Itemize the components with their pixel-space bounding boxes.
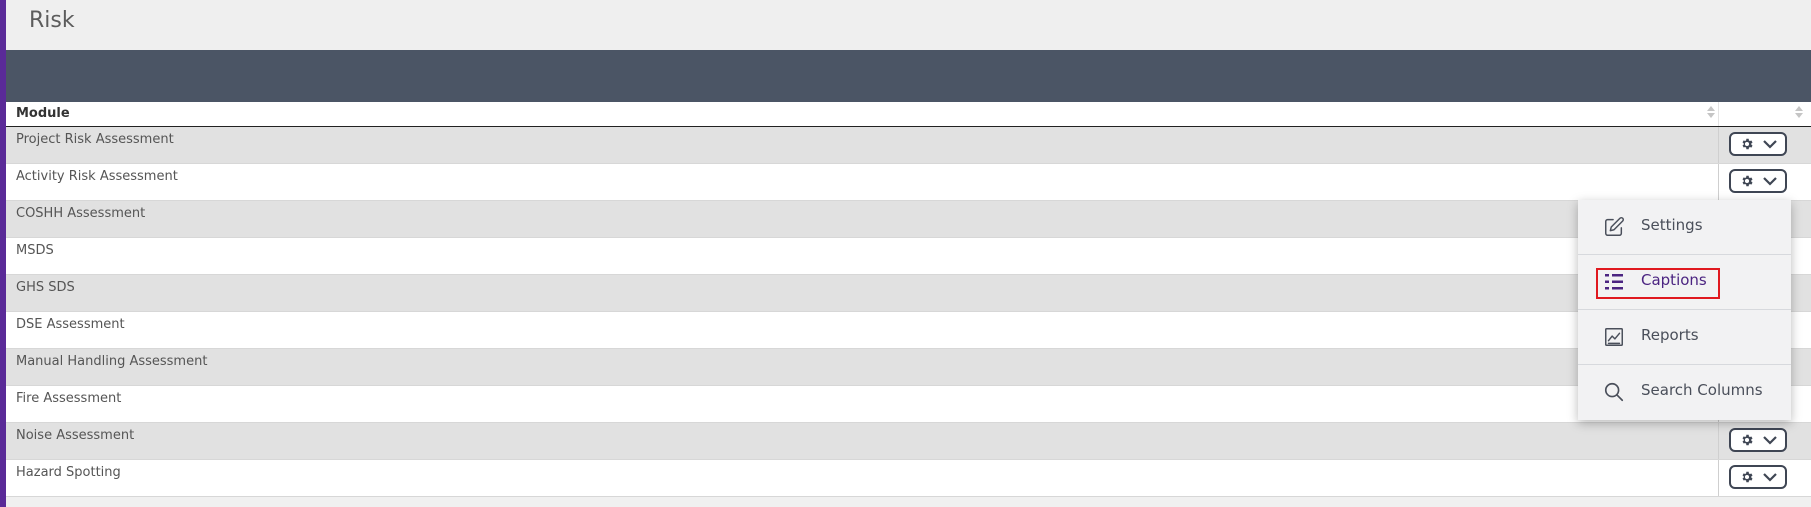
module-name[interactable]: Activity Risk Assessment bbox=[16, 169, 178, 184]
module-name[interactable]: Noise Assessment bbox=[16, 428, 134, 443]
menu-item-reports[interactable]: Reports bbox=[1578, 310, 1791, 365]
module-name[interactable]: MSDS bbox=[16, 243, 54, 258]
module-name[interactable]: Hazard Spotting bbox=[16, 465, 121, 480]
module-name[interactable]: DSE Assessment bbox=[16, 317, 125, 332]
title-bar: Risk bbox=[6, 0, 1811, 50]
menu-item-settings[interactable]: Settings bbox=[1578, 200, 1791, 255]
module-name[interactable]: Manual Handling Assessment bbox=[16, 354, 207, 369]
column-header-module[interactable]: Module bbox=[16, 106, 70, 121]
sort-icon[interactable] bbox=[1794, 105, 1804, 121]
sort-icon[interactable] bbox=[1706, 105, 1716, 121]
table-row[interactable]: Manual Handling Assessment bbox=[6, 349, 1811, 386]
table-row[interactable]: Noise Assessment bbox=[6, 423, 1811, 460]
menu-item-search-columns[interactable]: Search Columns bbox=[1578, 365, 1791, 420]
row-actions-button[interactable] bbox=[1729, 132, 1787, 156]
table-header: Module bbox=[6, 102, 1811, 127]
table-row[interactable]: MSDS bbox=[6, 238, 1811, 275]
chevron-down-icon bbox=[1763, 177, 1777, 186]
column-divider bbox=[1718, 460, 1719, 496]
header-band bbox=[6, 50, 1811, 102]
menu-item-label: Reports bbox=[1641, 326, 1699, 344]
chevron-down-icon bbox=[1763, 436, 1777, 445]
captions-icon bbox=[1605, 274, 1623, 290]
modules-table: Module Project Risk Assessment Activity … bbox=[6, 102, 1811, 497]
table-row[interactable]: Project Risk Assessment bbox=[6, 127, 1811, 164]
menu-item-label: Captions bbox=[1641, 271, 1707, 289]
menu-item-captions[interactable]: Captions bbox=[1578, 255, 1791, 310]
table-row[interactable]: COSHH Assessment bbox=[6, 201, 1811, 238]
row-actions-button[interactable] bbox=[1729, 428, 1787, 452]
column-divider bbox=[1718, 164, 1719, 200]
table-footer bbox=[6, 498, 1811, 507]
table-row[interactable]: Fire Assessment bbox=[6, 386, 1811, 423]
module-name[interactable]: COSHH Assessment bbox=[16, 206, 145, 221]
column-divider bbox=[1718, 127, 1719, 163]
table-row[interactable]: GHS SDS bbox=[6, 275, 1811, 312]
module-name[interactable]: Project Risk Assessment bbox=[16, 132, 174, 147]
reports-icon bbox=[1605, 328, 1623, 346]
gear-icon bbox=[1742, 175, 1753, 187]
table-row[interactable]: DSE Assessment bbox=[6, 312, 1811, 349]
table-row[interactable]: Hazard Spotting bbox=[6, 460, 1811, 497]
gear-icon bbox=[1742, 434, 1753, 446]
row-actions-menu: Settings Captions Reports Search Columns bbox=[1578, 200, 1791, 420]
row-actions-button[interactable] bbox=[1729, 169, 1787, 193]
gear-icon bbox=[1742, 138, 1753, 150]
module-name[interactable]: Fire Assessment bbox=[16, 391, 121, 406]
page-title: Risk bbox=[29, 8, 75, 33]
gear-icon bbox=[1742, 471, 1753, 483]
menu-item-label: Search Columns bbox=[1641, 381, 1763, 399]
module-name[interactable]: GHS SDS bbox=[16, 280, 75, 295]
chevron-down-icon bbox=[1763, 140, 1777, 149]
table-row[interactable]: Activity Risk Assessment bbox=[6, 164, 1811, 201]
column-divider bbox=[1718, 423, 1719, 459]
chevron-down-icon bbox=[1763, 473, 1777, 482]
column-divider bbox=[1718, 102, 1719, 126]
search-icon bbox=[1604, 382, 1624, 402]
row-actions-button[interactable] bbox=[1729, 465, 1787, 489]
edit-icon bbox=[1605, 217, 1624, 236]
menu-item-label: Settings bbox=[1641, 216, 1703, 234]
